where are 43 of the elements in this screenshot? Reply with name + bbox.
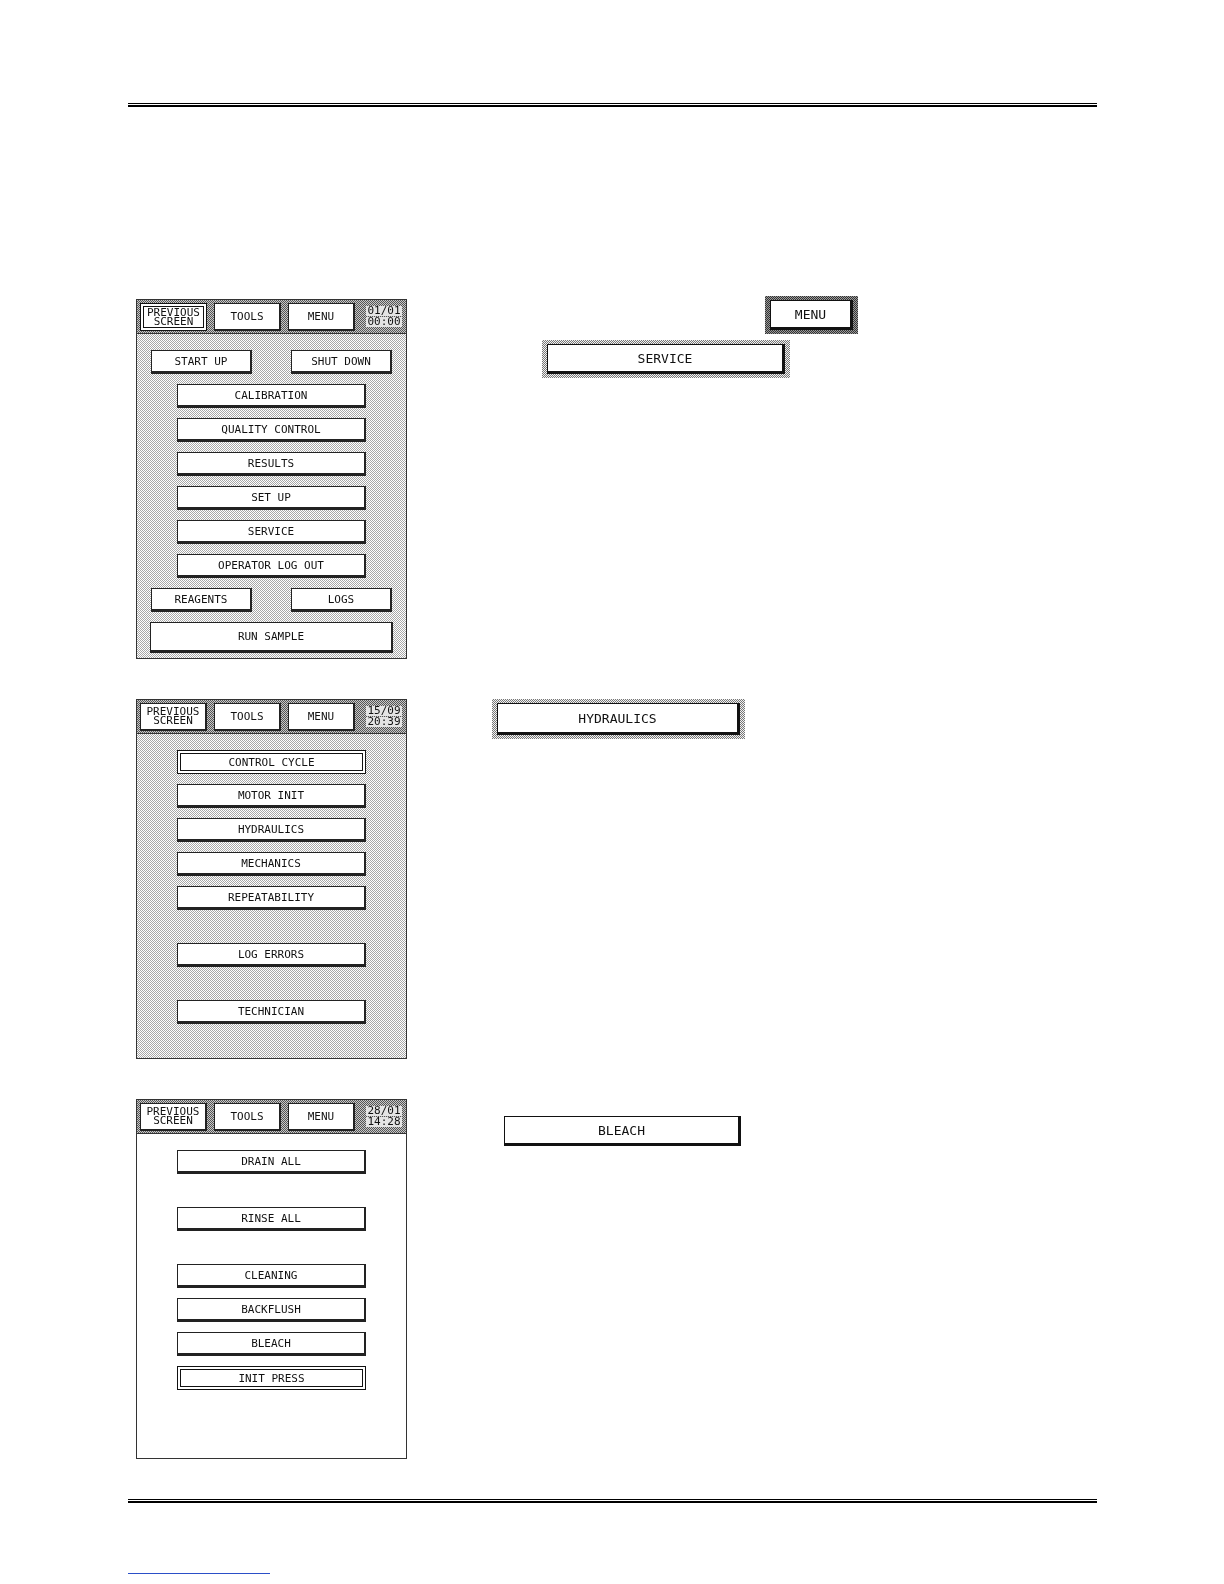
screen-button[interactable]: LOG ERRORS [177, 943, 366, 967]
screen-button[interactable]: QUALITY CONTROL [177, 418, 366, 442]
screen-button[interactable]: OPERATOR LOG OUT [177, 554, 366, 578]
screen-button[interactable]: REAGENTS [151, 588, 252, 612]
screen-button[interactable]: MECHANICS [177, 852, 366, 876]
screen-button[interactable]: BACKFLUSH [177, 1298, 366, 1322]
screen-button[interactable]: BLEACH [177, 1332, 366, 1356]
callout-button[interactable]: BLEACH [504, 1116, 741, 1146]
header-button[interactable]: MENU [288, 702, 355, 731]
time-text: 14:28 [366, 1117, 402, 1127]
screen-button[interactable]: TECHNICIAN [177, 1000, 366, 1024]
screen-button[interactable]: RESULTS [177, 452, 366, 476]
date-text: 01/01 [366, 306, 402, 316]
header-button[interactable]: MENU [288, 1102, 355, 1131]
header-button[interactable]: PREVIOUS SCREEN [140, 1102, 207, 1131]
screen-button[interactable]: REPEATABILITY [177, 886, 366, 910]
screen-button[interactable]: RUN SAMPLE [150, 622, 393, 653]
screen-button[interactable]: SET UP [177, 486, 366, 510]
time-text: 20:39 [366, 717, 402, 727]
header-button[interactable]: TOOLS [214, 302, 281, 331]
screen-button[interactable]: MOTOR INIT [177, 784, 366, 808]
callout-button[interactable]: HYDRAULICS [497, 703, 740, 735]
screen-button[interactable]: LOGS [291, 588, 392, 612]
screen-button[interactable]: SHUT DOWN [291, 350, 392, 374]
screen-button[interactable]: HYDRAULICS [177, 818, 366, 842]
date-text: 28/01 [366, 1106, 402, 1116]
screen-button[interactable]: CONTROL CYCLE [177, 750, 366, 774]
screen-button[interactable]: START UP [151, 350, 252, 374]
screen-button[interactable]: CALIBRATION [177, 384, 366, 408]
header-button[interactable]: TOOLS [214, 702, 281, 731]
header-button[interactable]: MENU [288, 302, 355, 331]
header-button[interactable]: TOOLS [214, 1102, 281, 1131]
screen-button[interactable]: INIT PRESS [177, 1366, 366, 1390]
screen-button[interactable]: SERVICE [177, 520, 366, 544]
screen-button[interactable]: DRAIN ALL [177, 1150, 366, 1174]
screen-button[interactable]: CLEANING [177, 1264, 366, 1288]
date-text: 15/09 [366, 706, 402, 716]
screen-button[interactable]: RINSE ALL [177, 1207, 366, 1231]
callout-button[interactable]: MENU [770, 300, 853, 330]
callout-button[interactable]: SERVICE [547, 344, 785, 374]
header-button[interactable]: PREVIOUS SCREEN [140, 302, 207, 331]
time-text: 00:00 [366, 317, 402, 327]
header-button[interactable]: PREVIOUS SCREEN [140, 702, 207, 731]
